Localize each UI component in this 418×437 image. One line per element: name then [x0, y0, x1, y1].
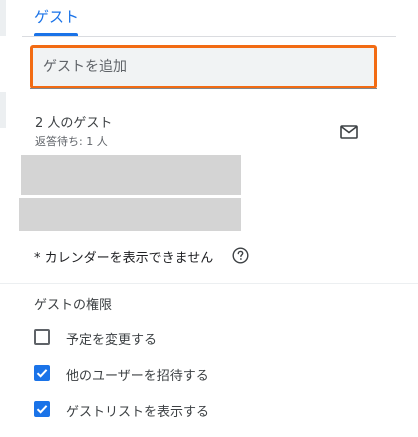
tab-guests[interactable]: ゲスト: [34, 6, 79, 27]
tab-divider: [22, 36, 396, 37]
section-divider: [0, 283, 418, 284]
invite-others-checkbox[interactable]: [34, 365, 50, 381]
redacted-guest-entry: [19, 198, 241, 231]
checkmark-icon: [36, 405, 48, 414]
modify-event-checkbox[interactable]: [34, 329, 50, 345]
permission-label: ゲストリストを表示する: [66, 405, 210, 420]
add-guest-underline: [30, 88, 377, 89]
help-circle-icon[interactable]: [232, 247, 249, 264]
mail-icon[interactable]: [340, 124, 358, 139]
left-panel-edge-top: [0, 0, 6, 36]
guest-response-status: 返答待ち: 1 人: [35, 135, 108, 148]
add-guest-field: [30, 45, 377, 89]
left-panel-edge-middle: [0, 92, 6, 128]
permissions-title: ゲストの権限: [34, 298, 113, 313]
permission-label: 予定を変更する: [66, 333, 158, 348]
see-guest-list-checkbox[interactable]: [34, 401, 50, 417]
calendar-unavailable-note: * カレンダーを表示できません: [34, 251, 214, 266]
checkmark-icon: [36, 369, 48, 378]
redacted-guest-entry: [21, 155, 241, 195]
permission-label: 他のユーザーを招待する: [66, 369, 209, 384]
add-guest-input[interactable]: [33, 48, 374, 86]
guest-count: 2 人のゲスト: [35, 116, 113, 131]
